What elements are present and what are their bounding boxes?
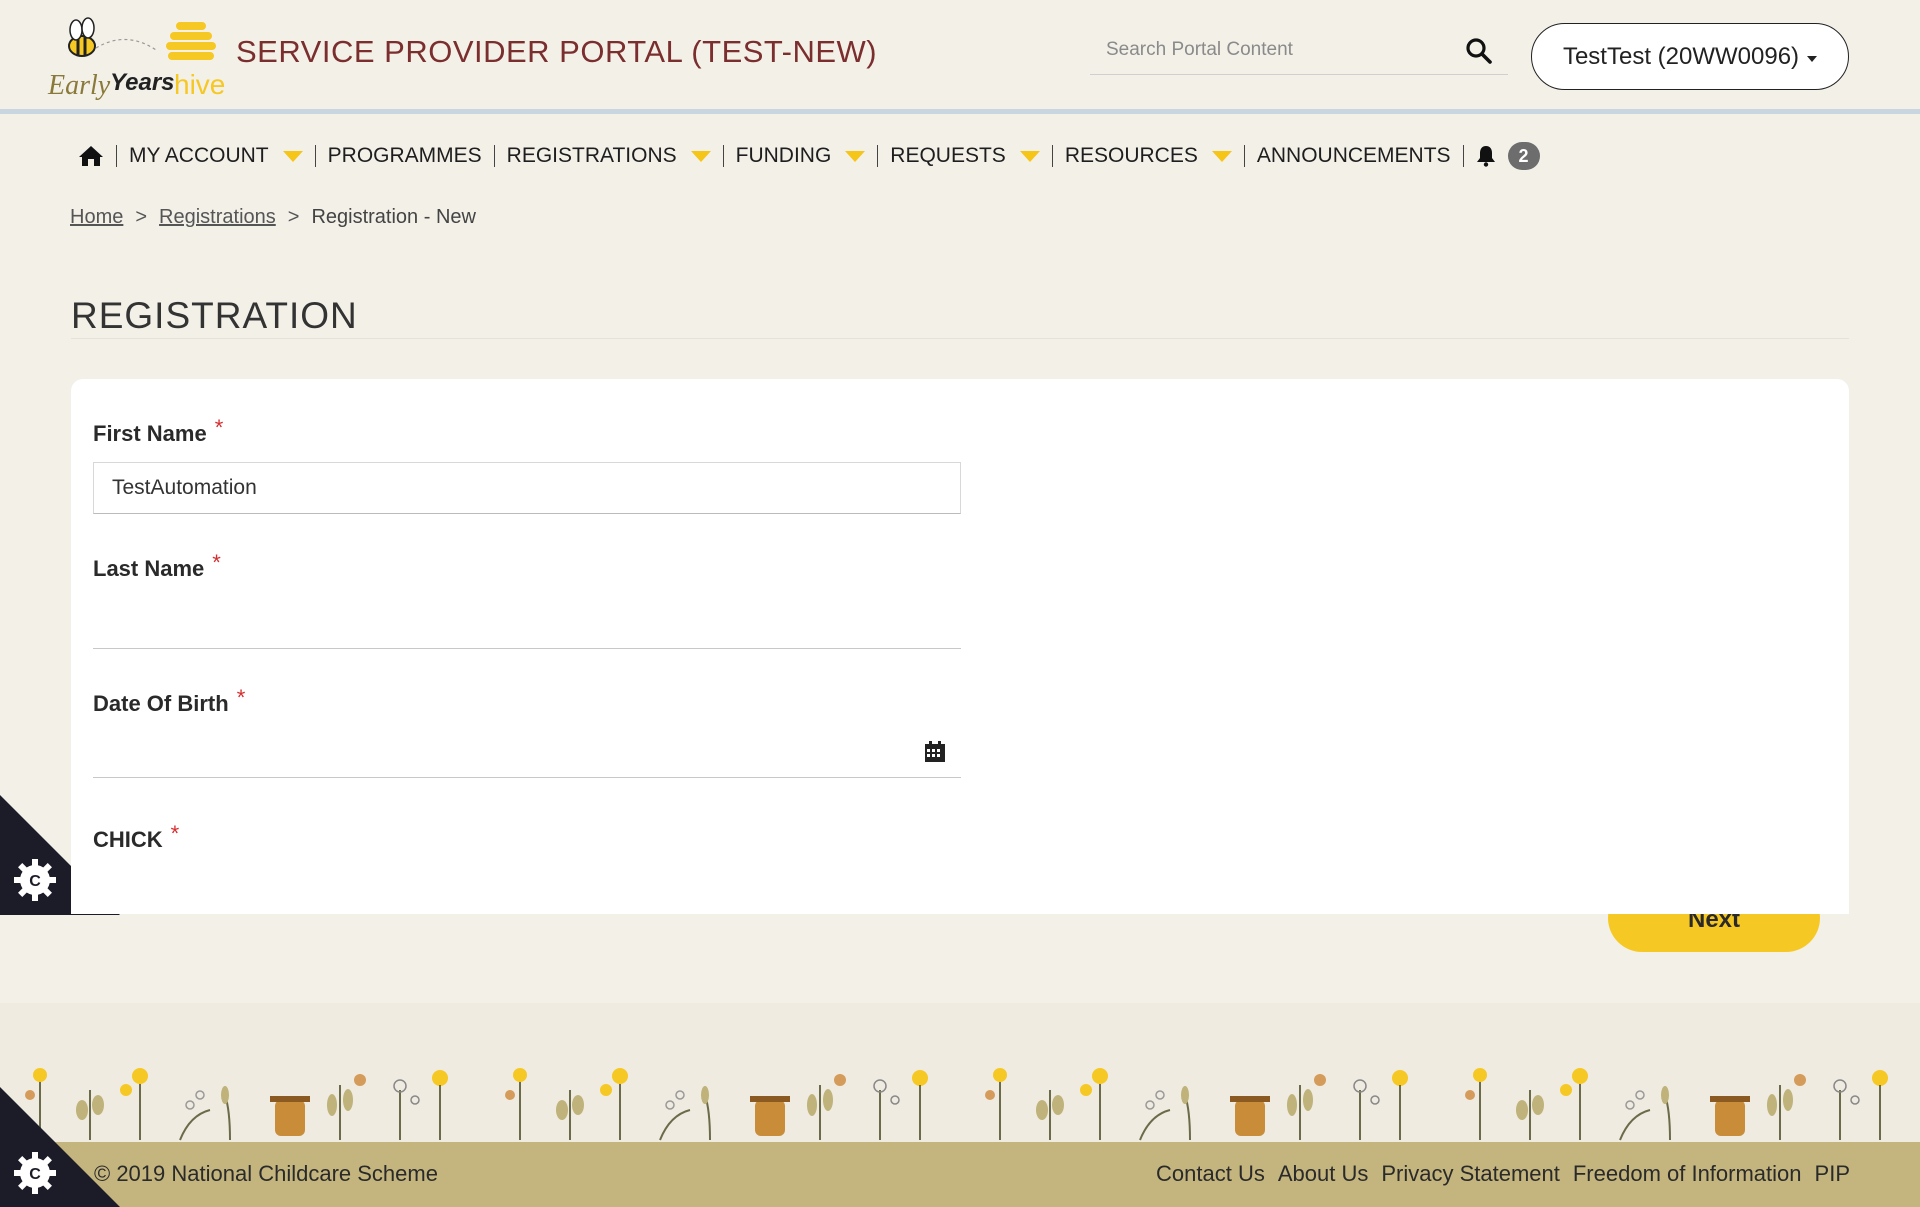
footer-link-contact-us[interactable]: Contact Us [1156,1161,1265,1187]
nav-resources[interactable]: RESOURCES [1053,138,1244,174]
breadcrumb-home-link[interactable]: Home [70,206,123,229]
svg-text:hive: hive [174,69,225,100]
dob-label-text: Date Of Birth [93,691,229,716]
first-name-input[interactable] [93,462,961,514]
early-years-hive-logo[interactable]: Early Years hive [46,10,236,102]
portal-title: SERVICE PROVIDER PORTAL (TEST-NEW) [236,34,878,69]
last-name-label: Last Name * [93,550,221,582]
site-header: Early Years hive SERVICE PROVIDER PORTAL… [0,0,1920,114]
nav-registrations[interactable]: REGISTRATIONS [495,138,723,174]
nav-label: REQUESTS [890,144,1006,167]
required-marker: * [214,415,224,440]
breadcrumb-current: Registration - New [311,206,476,228]
dob-label: Date Of Birth * [93,685,245,717]
nav-label: REGISTRATIONS [506,144,677,167]
required-marker: * [236,685,246,710]
nav-my-account[interactable]: MY ACCOUNT [117,138,315,174]
chevron-down-icon[interactable] [1211,150,1232,162]
svg-text:C: C [29,1166,41,1183]
chevron-down-icon[interactable] [690,150,711,162]
nav-label: FUNDING [735,144,832,167]
first-name-label-text: First Name [93,421,207,446]
copyright-text: © 2019 National Childcare Scheme [94,1161,438,1186]
required-marker: * [212,550,221,575]
breadcrumb-registrations-link[interactable]: Registrations [159,206,276,229]
chick-label: CHICK * [93,821,179,853]
cookie-settings-icon[interactable]: C [0,1087,120,1207]
chick-label-text: CHICK [93,827,163,852]
nav-label: ANNOUNCEMENTS [1256,144,1451,167]
chevron-down-icon [1807,55,1818,62]
search-bar [1090,30,1508,75]
date-of-birth-input[interactable] [93,726,908,778]
page-title: REGISTRATION [71,295,358,336]
nav-label: MY ACCOUNT [129,144,269,167]
nav-home[interactable] [76,138,116,174]
nav-programmes[interactable]: PROGRAMMES [316,138,494,174]
nav-label: PROGRAMMES [327,144,482,167]
chevron-down-icon[interactable] [1019,150,1040,162]
last-name-input[interactable] [93,597,961,649]
nav-label: RESOURCES [1064,144,1198,167]
registration-form: First Name * Last Name * Date Of Birth * CH… [71,379,1849,914]
breadcrumb-separator: > [287,206,300,228]
chevron-down-icon[interactable] [282,150,303,162]
nav-notifications[interactable]: 2 [1464,138,1552,174]
account-dropdown-button[interactable]: TestTest (20WW0096) [1531,23,1849,90]
footer-link-freedom-of-information[interactable]: Freedom of Information [1573,1161,1802,1187]
svg-text:Years: Years [110,69,175,96]
title-divider [71,338,1849,339]
nav-requests[interactable]: REQUESTS [878,138,1052,174]
nav-announcements[interactable]: ANNOUNCEMENTS [1245,138,1463,174]
breadcrumb-separator: > [135,206,148,228]
chevron-down-icon[interactable] [845,150,866,162]
footer-link-pip[interactable]: PIP [1815,1161,1850,1187]
breadcrumb: Home > Registrations > Registration - Ne… [70,206,476,229]
account-label: TestTest (20WW0096) [1562,42,1800,70]
floral-border-decoration [25,1067,1889,1141]
date-picker-button[interactable] [908,726,961,778]
svg-text:Early: Early [47,70,111,101]
search-icon[interactable] [1464,36,1494,66]
required-marker: * [170,821,180,846]
footer-link-about-us[interactable]: About Us [1278,1161,1369,1187]
footer-link-privacy-statement[interactable]: Privacy Statement [1381,1161,1560,1187]
first-name-label: First Name * [93,415,223,447]
svg-text:C: C [29,873,41,890]
nav-funding[interactable]: FUNDING [724,138,878,174]
notification-count-badge: 2 [1507,142,1540,170]
last-name-label-text: Last Name [93,556,205,581]
search-input[interactable] [1090,30,1450,70]
bell-icon [1476,146,1495,167]
calendar-icon [924,740,945,762]
main-nav: MY ACCOUNT PROGRAMMES REGISTRATIONS FUND… [76,138,1552,174]
home-icon [79,146,103,166]
footer-links: Contact Us About Us Privacy Statement Fr… [1156,1161,1850,1187]
